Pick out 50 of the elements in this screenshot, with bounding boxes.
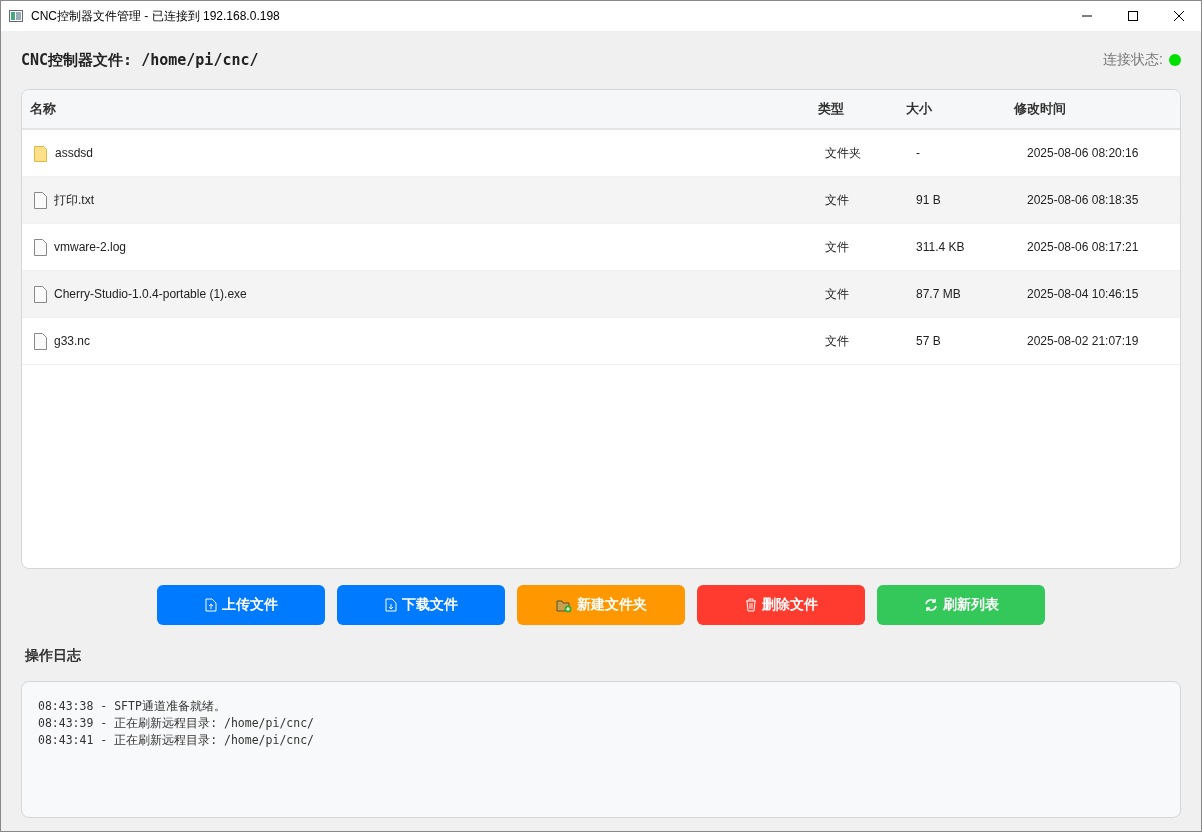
log-line: 08:43:39 - 正在刷新远程目录: /home/pi/cnc/ (38, 715, 315, 732)
file-download-icon (384, 598, 397, 612)
action-button[interactable]: 删除文件 (697, 585, 865, 625)
action-button[interactable]: 上传文件 (157, 585, 325, 625)
file-upload-icon (204, 598, 217, 612)
file-row[interactable]: 打印.txt 文件 91 B 2025-08-06 08:18:35 (22, 177, 1180, 224)
action-button[interactable]: 下载文件 (337, 585, 505, 625)
file-type: 文件 (824, 285, 850, 303)
column-header[interactable]: 大小 (898, 100, 1006, 118)
file-icon (34, 238, 47, 256)
file-type: 文件 (824, 191, 850, 209)
folder-icon (34, 144, 48, 162)
file-type: 文件夹 (824, 144, 862, 162)
file-icon (34, 191, 47, 209)
column-header[interactable]: 修改时间 (1006, 100, 1180, 118)
status-label: 连接状态: (1103, 51, 1163, 69)
column-header[interactable]: 名称 (22, 100, 810, 118)
file-name: 打印.txt (54, 191, 94, 209)
path-heading: CNC控制器文件: /home/pi/cnc/ (21, 50, 259, 70)
file-modified: 2025-08-06 08:20:16 (1026, 146, 1140, 160)
file-name: g33.nc (54, 334, 91, 348)
file-size: 311.4 KB (915, 240, 966, 254)
log-heading: 操作日志 (25, 647, 82, 665)
file-size: 57 B (915, 334, 942, 348)
file-row[interactable]: Cherry-Studio-1.0.4-portable (1).exe 文件 87.7 MB 2025-08-04 10:46:15 (22, 271, 1180, 318)
file-icon (34, 285, 47, 303)
file-modified: 2025-08-06 08:18:35 (1026, 193, 1140, 207)
file-size: 87.7 MB (915, 287, 962, 301)
folder-plus-icon (555, 597, 572, 613)
trash-icon (744, 598, 757, 612)
file-type: 文件 (824, 238, 850, 256)
file-size: - (915, 146, 921, 160)
close-icon[interactable] (1173, 10, 1185, 22)
file-name: vmware-2.log (54, 240, 127, 254)
file-modified: 2025-08-06 08:17:21 (1026, 240, 1140, 254)
log-line: 08:43:41 - 正在刷新远程目录: /home/pi/cnc/ (38, 732, 315, 749)
file-modified: 2025-08-02 21:07:19 (1026, 334, 1140, 348)
file-icon (34, 332, 47, 350)
log-line: 08:43:38 - SFTP通道准备就绪。 (38, 698, 227, 715)
app-icon (9, 10, 23, 22)
maximize-icon[interactable] (1127, 10, 1139, 22)
refresh-icon (923, 598, 938, 612)
file-type: 文件 (824, 332, 850, 350)
file-modified: 2025-08-04 10:46:15 (1026, 287, 1140, 301)
file-size: 91 B (915, 193, 942, 207)
file-row[interactable]: g33.nc 文件 57 B 2025-08-02 21:07:19 (22, 318, 1180, 365)
window-title: CNC控制器文件管理 - 已连接到 192.168.0.198 (31, 7, 280, 25)
file-name: assdsd (55, 146, 94, 160)
file-name: Cherry-Studio-1.0.4-portable (1).exe (54, 287, 247, 301)
column-header[interactable]: 类型 (810, 100, 898, 118)
